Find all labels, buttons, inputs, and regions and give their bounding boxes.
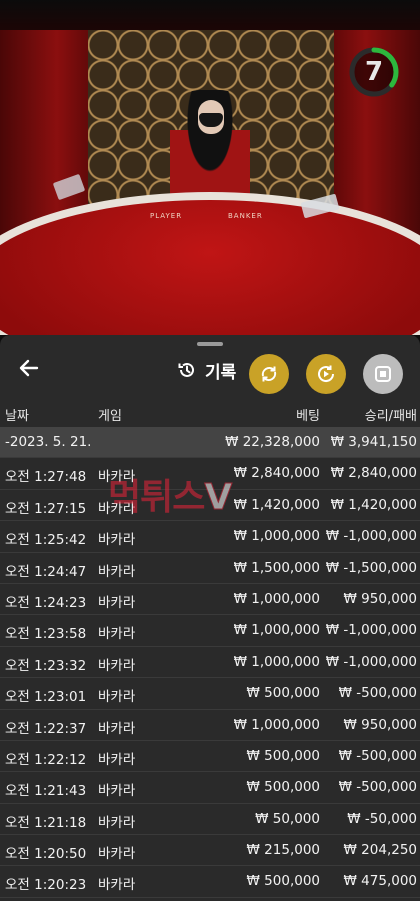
row-result: ₩ 475,000 [343,873,417,890]
page-title: 기록 [205,362,237,383]
row-bet: ₩ 1,000,000 [233,528,320,545]
row-time: 오전 1:23:01 [5,689,87,706]
player-label: PLAYER [150,212,183,220]
row-time: 오전 1:23:32 [5,657,87,674]
summary-date: -2023. 5. 21. [5,434,92,450]
refresh-button[interactable] [249,354,289,394]
row-game: 바카라 [98,532,136,549]
replay-button[interactable] [306,354,346,394]
summary-row[interactable]: -2023. 5. 21. ₩ 22,328,000 ₩ 3,941,150 [0,427,420,459]
row-bet: ₩ 1,420,000 [233,496,320,513]
table-row[interactable]: 오전 1:20:50 바카라 ₩ 215,000 ₩ 204,250 [0,835,420,867]
table-header: 날짜 게임 베팅 승리/패배 [0,399,420,427]
back-arrow-icon [19,359,39,377]
row-result: ₩ -1,000,000 [325,653,417,670]
row-time: 오전 1:20:50 [5,846,87,863]
row-time: 오전 1:21:18 [5,814,87,831]
refresh-icon [261,366,277,382]
row-bet: ₩ 500,000 [246,685,320,702]
row-result: ₩ -1,500,000 [325,559,417,576]
row-time: 오전 1:20:23 [5,877,87,894]
banker-label: BANKER [228,212,263,220]
row-result: ₩ 2,840,000 [330,465,417,482]
drag-handle[interactable] [197,342,223,346]
table-row[interactable]: 오전 1:24:47 바카라 ₩ 1,500,000 ₩ -1,500,000 [0,553,420,584]
panel-header: 기록 [177,356,236,384]
stop-button[interactable] [363,354,403,394]
table-row[interactable]: 오전 1:20:23 바카라 ₩ 500,000 ₩ 475,000 [0,866,420,898]
back-button[interactable] [18,357,44,383]
row-result: ₩ -1,000,000 [325,528,417,545]
history-panel: 기록 날짜 게임 베팅 승리/패배 -2023. 5. 21. ₩ 22,328… [0,335,420,901]
table-row[interactable]: 오전 1:23:58 바카라 ₩ 1,000,000 ₩ -1,000,000 [0,615,420,647]
row-game: 바카라 [98,751,136,768]
live-video-feed: PLAYER BANKER 7 [0,0,420,335]
baccarat-table [0,200,420,335]
table-row[interactable]: 오전 1:21:18 바카라 ₩ 50,000 ₩ -50,000 [0,804,420,836]
row-time: 오전 1:25:42 [5,532,87,549]
row-time: 오전 1:24:23 [5,594,87,611]
row-bet: ₩ 1,000,000 [233,590,320,607]
table-row[interactable]: 오전 1:22:12 바카라 ₩ 500,000 ₩ -500,000 [0,741,420,773]
row-game: 바카라 [98,657,136,674]
row-game: 바카라 [98,783,136,800]
row-result: ₩ 1,420,000 [330,496,417,513]
column-bet: 베팅 [296,409,320,424]
table-row[interactable]: 오전 1:22:37 바카라 ₩ 1,000,000 ₩ 950,000 [0,710,420,741]
row-bet: ₩ 1,000,000 [233,716,320,733]
row-time: 오전 1:27:48 [5,469,87,486]
row-game: 바카라 [98,594,136,611]
row-bet: ₩ 500,000 [246,747,320,764]
row-result: ₩ 950,000 [343,590,417,607]
summary-bet: ₩ 22,328,000 [225,434,320,450]
row-bet: ₩ 1,500,000 [233,559,320,576]
row-result: ₩ -1,000,000 [325,622,417,639]
row-result: ₩ -500,000 [338,779,417,796]
countdown-timer: 7 [348,46,400,98]
row-game: 바카라 [98,563,136,580]
row-game: 바카라 [98,877,136,894]
table-row[interactable]: 오전 1:23:01 바카라 ₩ 500,000 ₩ -500,000 [0,678,420,710]
row-time: 오전 1:23:58 [5,626,87,643]
watermark-text: 먹튀스 [108,477,205,518]
row-result: ₩ -500,000 [338,685,417,702]
column-game: 게임 [98,409,122,424]
table-row[interactable]: 오전 1:25:42 바카라 ₩ 1,000,000 ₩ -1,000,000 [0,521,420,553]
row-time: 오전 1:22:37 [5,720,87,737]
row-game: 바카라 [98,720,136,737]
row-result: ₩ -500,000 [338,747,417,764]
row-time: 오전 1:21:43 [5,783,87,800]
row-bet: ₩ 50,000 [255,810,320,827]
row-game: 바카라 [98,689,136,706]
timer-value: 7 [364,57,384,87]
row-game: 바카라 [98,846,136,863]
replay-icon [318,365,335,383]
row-game: 바카라 [98,626,136,643]
row-bet: ₩ 215,000 [246,842,320,859]
column-date: 날짜 [5,409,29,424]
row-bet: ₩ 1,000,000 [233,653,320,670]
column-result: 승리/패배 [364,409,417,424]
summary-result: ₩ 3,941,150 [330,434,417,450]
table-row[interactable]: 오전 1:21:43 바카라 ₩ 500,000 ₩ -500,000 [0,772,420,804]
table-row[interactable]: 오전 1:24:23 바카라 ₩ 1,000,000 ₩ 950,000 [0,584,420,616]
row-bet: ₩ 500,000 [246,873,320,890]
row-game: 바카라 [98,814,136,831]
row-bet: ₩ 1,000,000 [233,622,320,639]
row-time: 오전 1:22:12 [5,751,87,768]
stop-icon [375,366,391,382]
row-time: 오전 1:27:15 [5,500,87,517]
row-time: 오전 1:24:47 [5,563,87,580]
row-result: ₩ -50,000 [347,810,417,827]
table-row[interactable]: 오전 1:23:32 바카라 ₩ 1,000,000 ₩ -1,000,000 [0,647,420,679]
watermark-v: V [204,477,233,519]
history-icon [178,362,194,377]
row-bet: ₩ 500,000 [246,779,320,796]
row-bet: ₩ 2,840,000 [233,465,320,482]
watermark: 먹튀스V [108,468,233,520]
row-result: ₩ 950,000 [343,716,417,733]
row-result: ₩ 204,250 [343,842,417,859]
